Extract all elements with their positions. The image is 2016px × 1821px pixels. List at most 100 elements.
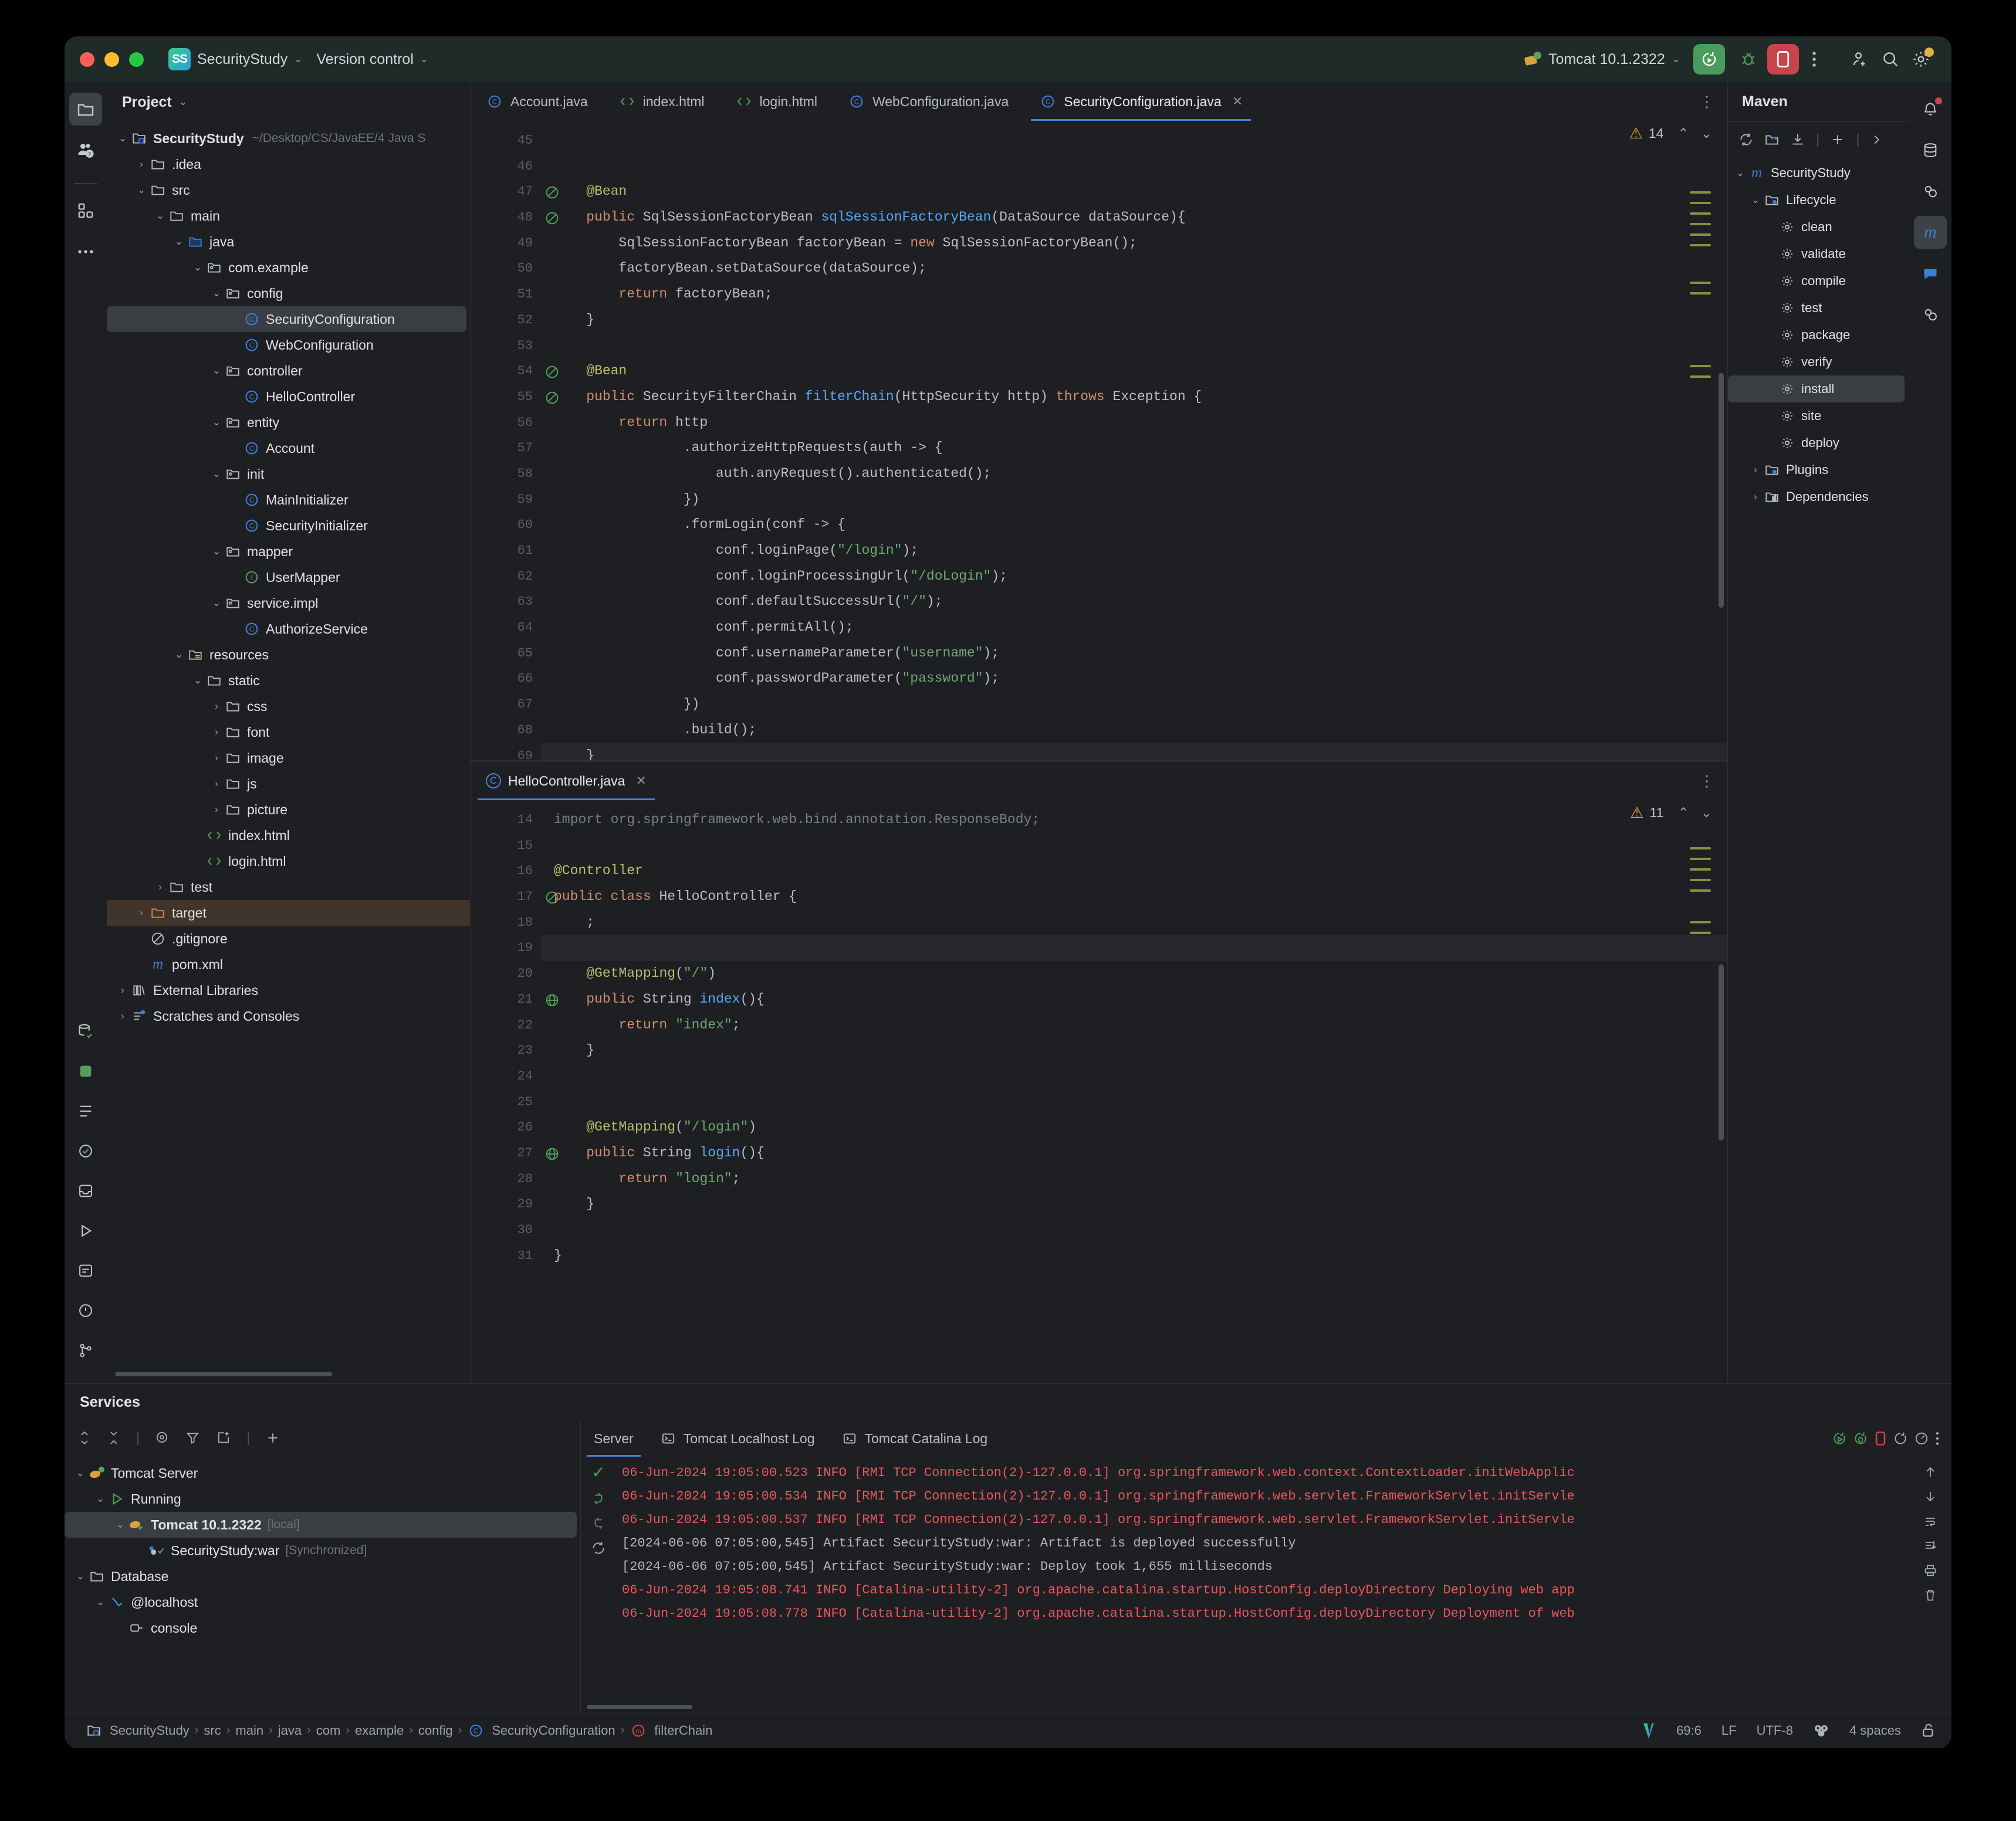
collapse-all-icon[interactable]	[107, 1430, 121, 1446]
structure-tool-window-button[interactable]	[69, 194, 102, 227]
service-item-running[interactable]: ⌄Running	[65, 1486, 580, 1512]
version-control-menu[interactable]: Version control ⌄	[310, 51, 436, 68]
split-editor[interactable]: 141516171819202122232425262728293031 imp…	[471, 800, 1727, 1383]
more-actions-button[interactable]	[1799, 44, 1829, 75]
chevron-down-icon[interactable]: ⌄	[209, 287, 224, 299]
maven-item-validate[interactable]: ·validate	[1728, 241, 1909, 268]
caret-position[interactable]: 69:6	[1676, 1723, 1702, 1738]
plugin-tool-window-button[interactable]	[69, 1055, 102, 1088]
project-tree-item-service-impl[interactable]: ⌄service.impl	[107, 590, 470, 616]
database-tool-window-button[interactable]	[69, 1015, 102, 1048]
service-item-tomcat-10-1-2322[interactable]: ⌄Tomcat 10.1.2322[local]	[65, 1512, 577, 1538]
run-button[interactable]	[1693, 44, 1725, 75]
expand-icon[interactable]	[1870, 133, 1883, 146]
run-configuration-selector[interactable]: Tomcat 10.1.2322 ⌄	[1524, 50, 1680, 68]
project-tree-item-src[interactable]: ⌄src	[107, 177, 470, 203]
maximize-window-button[interactable]	[129, 52, 144, 67]
project-tree-item-font[interactable]: ›font	[107, 719, 470, 745]
chevron-right-icon[interactable]: ›	[209, 804, 224, 815]
project-tree-item-resources[interactable]: ⌄resources	[107, 642, 470, 668]
step-over-icon[interactable]	[591, 1491, 606, 1507]
log-toolbar[interactable]	[1832, 1430, 1951, 1447]
project-tree-item-account[interactable]: ·CAccount	[107, 435, 470, 461]
project-tree-item-image[interactable]: ›image	[107, 745, 470, 771]
code-line[interactable]	[541, 1217, 1727, 1243]
rerun-loop-icon[interactable]	[591, 1541, 606, 1556]
service-item--localhost[interactable]: ⌄@localhost	[65, 1589, 580, 1615]
main-editor-inspection-widget[interactable]: ⚠ 14 ⌃ ⌄	[1629, 124, 1712, 143]
code-line[interactable]: conf.loginProcessingUrl("/doLogin");	[541, 564, 1727, 590]
code-line[interactable]: @Bean	[541, 358, 1727, 384]
project-tree-item-usermapper[interactable]: ·IUserMapper	[107, 564, 470, 590]
code-line[interactable]: @GetMapping("/login")	[541, 1115, 1727, 1140]
chevron-down-icon[interactable]: ⌄	[1748, 194, 1763, 206]
project-selector[interactable]: SS SecurityStudy ⌄	[161, 48, 310, 70]
reload-project-icon[interactable]	[1764, 132, 1780, 147]
chevron-down-icon[interactable]: ⌄	[73, 1467, 88, 1479]
code-line[interactable]: .build();	[541, 717, 1727, 743]
show-icon[interactable]	[155, 1430, 170, 1446]
code-line[interactable]: })	[541, 692, 1727, 717]
more-tool-windows-button[interactable]	[69, 235, 102, 268]
maven-item-install[interactable]: ·install	[1728, 375, 1905, 402]
code-line[interactable]: }	[541, 1243, 1727, 1269]
chevron-right-icon[interactable]: ›	[209, 778, 224, 790]
maven-item-test[interactable]: ·test	[1728, 295, 1909, 321]
project-tree-item-authorizeservice[interactable]: ·CAuthorizeService	[107, 616, 470, 642]
editor-tab-bar[interactable]: CAccount.javaindex.htmllogin.htmlCWebCon…	[471, 82, 1727, 121]
scroll-up-icon[interactable]	[1923, 1465, 1937, 1479]
code-line[interactable]: public String index(){	[541, 987, 1727, 1013]
database-icon[interactable]	[1914, 134, 1947, 167]
code-line[interactable]: }	[541, 1192, 1727, 1217]
add-user-icon[interactable]	[1845, 44, 1875, 75]
breadcrumb[interactable]: SecurityStudy›src›main›java›com›example›…	[80, 1722, 718, 1739]
line-separator[interactable]: LF	[1721, 1723, 1737, 1738]
maven-m-icon[interactable]: m	[1914, 216, 1947, 249]
project-tree-item-entity[interactable]: ⌄entity	[107, 409, 470, 435]
code-line[interactable]: public String login(){	[541, 1140, 1727, 1166]
chevron-down-icon[interactable]: ⌄	[209, 365, 224, 377]
new-tab-icon[interactable]	[216, 1430, 231, 1446]
code-line[interactable]: @Controller	[541, 858, 1727, 884]
tab-hellocontroller-java[interactable]: C HelloController.java ✕	[471, 761, 662, 800]
chevron-down-icon[interactable]: ⌄	[171, 236, 187, 248]
chevron-down-icon[interactable]: ⌄	[209, 468, 224, 480]
code-line[interactable]: public SecurityFilterChain filterChain(H…	[541, 384, 1727, 410]
code-line[interactable]: ;	[541, 910, 1727, 936]
add-icon[interactable]	[265, 1430, 280, 1446]
maven-tree[interactable]: ⌄mSecurityStudy⌄Lifecycle·clean·validate…	[1728, 157, 1909, 1383]
code-line[interactable]: public SqlSessionFactoryBean sqlSessionF…	[541, 205, 1727, 231]
code-line[interactable]: .authorizeHttpRequests(auth -> {	[541, 435, 1727, 461]
breadcrumb-example[interactable]: example	[350, 1723, 409, 1738]
settings-gear-icon[interactable]	[1906, 44, 1936, 75]
chevron-right-icon[interactable]: ›	[153, 881, 168, 893]
code-line[interactable]: conf.defaultSuccessUrl("/");	[541, 589, 1727, 615]
chevron-down-icon[interactable]: ⌄	[113, 1519, 128, 1531]
split-editor-options-icon[interactable]: ⋮	[1686, 761, 1727, 800]
tab-webconfiguration-java[interactable]: CWebConfiguration.java	[833, 82, 1024, 121]
code-line[interactable]	[541, 833, 1727, 859]
chevron-down-icon[interactable]: ⌄	[179, 96, 187, 108]
search-icon[interactable]	[1875, 44, 1906, 75]
stop-icon[interactable]	[1874, 1430, 1887, 1447]
chevron-down-icon[interactable]: ⌄	[93, 1596, 108, 1608]
split-editor-inspection-widget[interactable]: ⚠ 11 ⌃ ⌄	[1630, 804, 1712, 822]
service-item-securitystudy-war[interactable]: ·SecurityStudy:war[Synchronized]	[65, 1538, 580, 1563]
breadcrumb-main[interactable]: main	[230, 1723, 269, 1738]
project-tree-item--gitignore[interactable]: ·.gitignore	[107, 926, 470, 952]
main-editor-code[interactable]: @Bean public SqlSessionFactoryBean sqlSe…	[541, 121, 1727, 760]
close-icon[interactable]: ✕	[1232, 94, 1243, 109]
maven-item-package[interactable]: ·package	[1728, 321, 1909, 348]
chevron-right-icon[interactable]: ›	[115, 984, 130, 996]
minimize-window-button[interactable]	[104, 52, 119, 67]
code-line[interactable]: @Bean	[541, 179, 1727, 205]
project-tree-item-maininitializer[interactable]: ·CMainInitializer	[107, 487, 470, 513]
clear-all-icon[interactable]	[1923, 1588, 1937, 1602]
log-tab-tomcat-catalina-log[interactable]: Tomcat Catalina Log	[828, 1420, 1001, 1457]
project-tree-item-webconfiguration[interactable]: ·CWebConfiguration	[107, 332, 470, 358]
maven-toolbar[interactable]: | |	[1728, 122, 1909, 157]
vcs-v-icon[interactable]	[1641, 1722, 1656, 1739]
chat-bubble-icon[interactable]	[1914, 257, 1947, 290]
maven-item-compile[interactable]: ·compile	[1728, 268, 1909, 295]
chevron-down-icon[interactable]: ⌄	[209, 597, 224, 609]
